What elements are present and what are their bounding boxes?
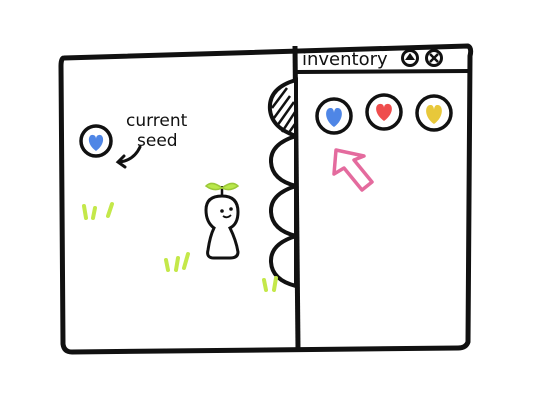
current-seed-slot[interactable]	[79, 124, 113, 158]
game-scene: current seed inventory	[58, 43, 474, 355]
current-seed-label-line1: current	[126, 111, 188, 131]
inventory-item-2[interactable]	[365, 93, 403, 131]
current-seed-label-line2: seed	[137, 131, 178, 151]
game-window-frame	[58, 43, 474, 355]
inventory-item-3[interactable]	[415, 94, 453, 132]
inventory-item-1[interactable]	[315, 97, 353, 135]
inventory-title: inventory	[302, 49, 388, 70]
close-button[interactable]	[425, 49, 443, 67]
inventory-header-divider	[296, 69, 471, 74]
up-arrow-button[interactable]	[401, 49, 419, 67]
